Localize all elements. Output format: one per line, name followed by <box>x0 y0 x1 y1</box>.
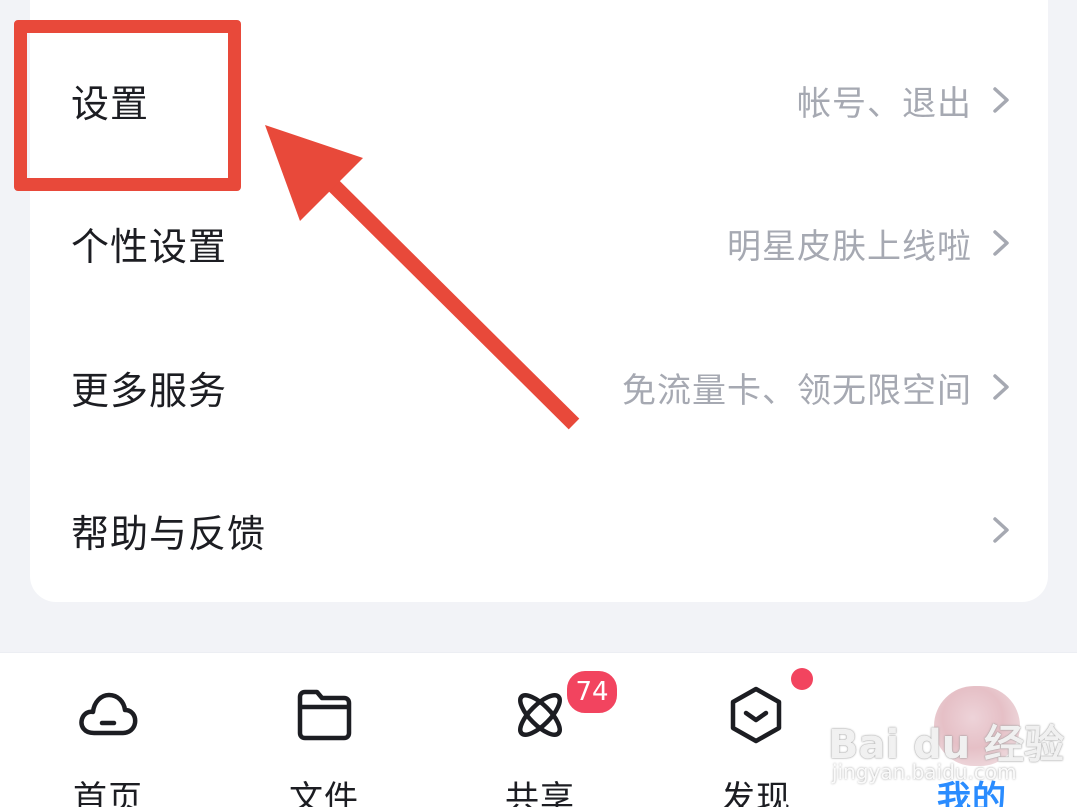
cloud-icon <box>79 692 138 736</box>
menu-item-hint: 明星皮肤上线啦 <box>727 226 972 267</box>
notification-dot <box>791 668 813 690</box>
tab-label: 文件 <box>289 779 359 807</box>
atom-icon <box>518 693 562 737</box>
menu-item-label: 个性设置 <box>71 224 228 269</box>
annotation-highlight-box <box>14 20 241 191</box>
app-screen: 设置 帐号、退出 个性设置 明星皮肤上线啦 更多服务 免流量卡、领无限空间 帮助… <box>0 0 1077 807</box>
tab-label: 共享 <box>505 779 575 807</box>
chevron-right-icon <box>993 87 1009 113</box>
menu-item-help-feedback[interactable]: 帮助与反馈 <box>30 470 1048 590</box>
menu-item-label: 帮助与反馈 <box>71 511 267 556</box>
tab-home[interactable]: 首页 <box>38 653 178 807</box>
menu-item-label: 更多服务 <box>71 368 228 413</box>
menu-item-personalize[interactable]: 个性设置 明星皮肤上线啦 <box>30 183 1048 303</box>
chevron-right-icon <box>993 374 1009 400</box>
menu-item-more-services[interactable]: 更多服务 免流量卡、领无限空间 <box>30 327 1048 447</box>
tab-label: 发现 <box>721 779 791 807</box>
menu-item-hint: 帐号、退出 <box>797 83 972 124</box>
baidu-watermark-url: jingyan.baidu.com <box>832 760 1017 784</box>
chevron-right-icon <box>993 517 1009 543</box>
notification-badge: 74 <box>564 668 620 716</box>
tab-files[interactable]: 文件 <box>254 653 394 807</box>
chevron-right-icon <box>993 230 1009 256</box>
cube-icon <box>730 686 782 744</box>
tab-label: 首页 <box>73 779 143 807</box>
folder-icon <box>297 689 352 741</box>
menu-item-hint: 免流量卡、领无限空间 <box>622 370 972 411</box>
